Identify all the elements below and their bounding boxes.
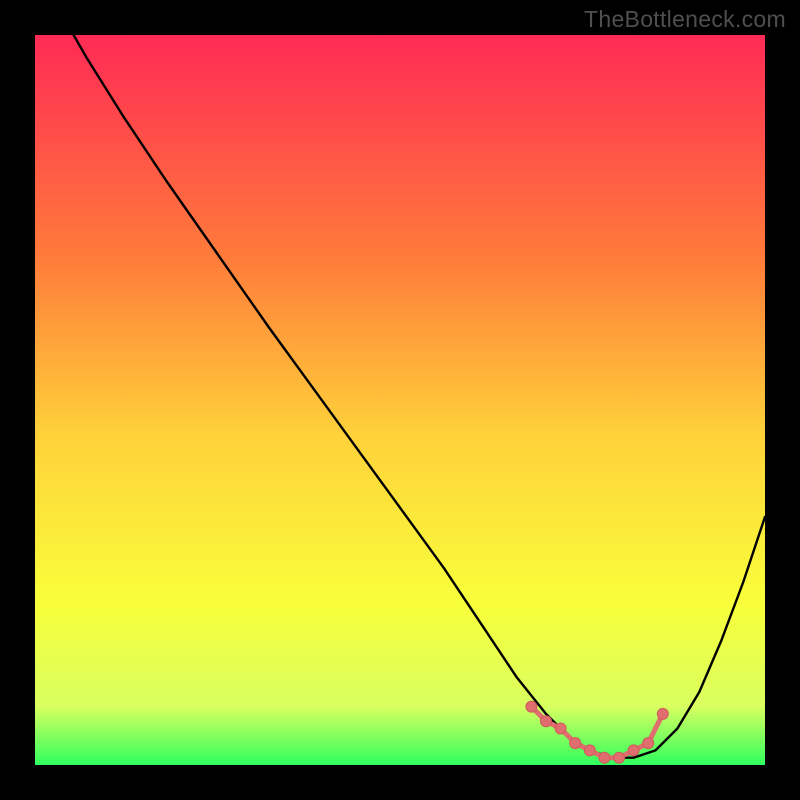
marker-dot bbox=[643, 738, 654, 749]
chart-svg bbox=[0, 0, 800, 800]
marker-dot bbox=[584, 745, 595, 756]
marker-dot bbox=[570, 738, 581, 749]
marker-dot bbox=[614, 752, 625, 763]
marker-dot bbox=[555, 723, 566, 734]
chart-stage: TheBottleneck.com bbox=[0, 0, 800, 800]
marker-dot bbox=[541, 716, 552, 727]
marker-dot bbox=[526, 701, 537, 712]
marker-dot bbox=[628, 745, 639, 756]
marker-dot bbox=[657, 708, 668, 719]
gradient-plot-area bbox=[35, 35, 765, 765]
marker-dot bbox=[599, 752, 610, 763]
